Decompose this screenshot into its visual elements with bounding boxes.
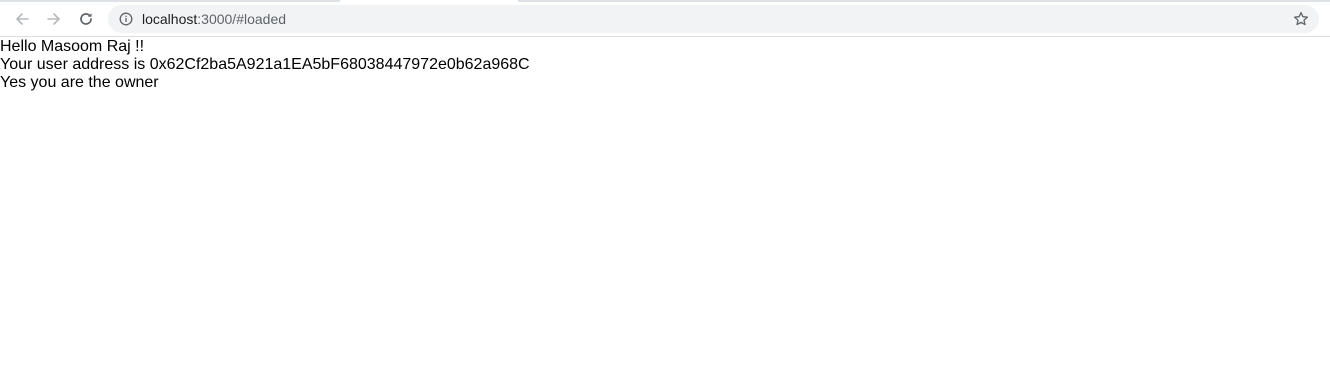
reload-button[interactable] bbox=[72, 5, 100, 33]
browser-toolbar: localhost:3000/#loaded bbox=[0, 0, 1330, 37]
star-icon[interactable] bbox=[1293, 11, 1309, 27]
greeting-text: Hello Masoom Raj !! bbox=[0, 38, 145, 55]
url-text[interactable]: localhost:3000/#loaded bbox=[142, 11, 286, 27]
address-bar[interactable]: localhost:3000/#loaded bbox=[108, 5, 1319, 33]
url-host: localhost bbox=[142, 11, 198, 27]
tab-strip-edge-right bbox=[518, 0, 1330, 2]
reload-icon bbox=[78, 11, 94, 27]
url-path: :3000/#loaded bbox=[197, 11, 287, 27]
page-content: Hello Masoom Raj !! Your user address is… bbox=[0, 38, 530, 92]
arrow-right-icon bbox=[46, 11, 62, 27]
tab-strip-edge-left bbox=[0, 0, 340, 2]
user-address-text: Your user address is 0x62Cf2ba5A921a1EA5… bbox=[0, 56, 530, 73]
owner-status-text: Yes you are the owner bbox=[0, 74, 159, 91]
forward-button[interactable] bbox=[40, 5, 68, 33]
back-button[interactable] bbox=[8, 5, 36, 33]
arrow-left-icon bbox=[14, 11, 30, 27]
info-circle-icon[interactable] bbox=[119, 12, 133, 26]
